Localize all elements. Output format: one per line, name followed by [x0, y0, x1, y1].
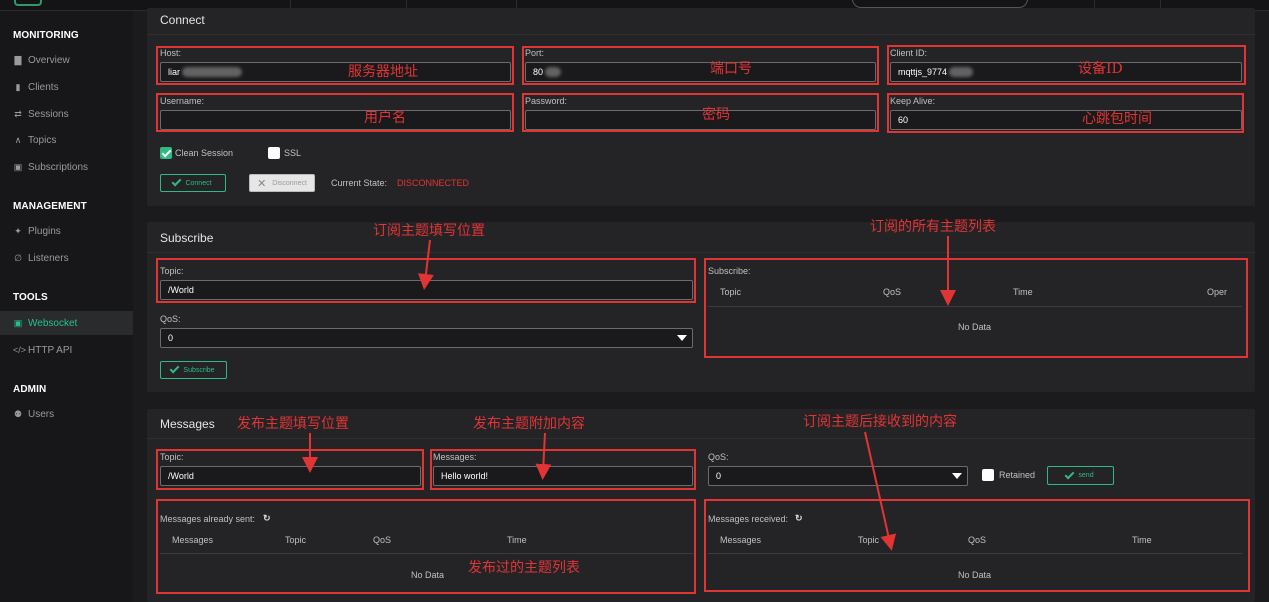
- annotation-sub-topic: 订阅主题填写位置: [373, 223, 485, 239]
- chevron-down-icon: [952, 473, 962, 479]
- connect-button[interactable]: Connect: [160, 174, 226, 192]
- sidebar-item-subscriptions[interactable]: ▣ Subscriptions: [0, 155, 133, 179]
- search-box[interactable]: [852, 0, 1028, 8]
- ssl-checkbox[interactable]: [268, 147, 280, 159]
- sidebar-section-tools: TOOLS: [13, 292, 48, 303]
- annotation-box: [156, 258, 696, 303]
- sidebar-item-topics[interactable]: ∧ Topics: [0, 128, 133, 152]
- sidebar-item-plugins[interactable]: ✦ Plugins: [0, 219, 133, 243]
- sidebar-item-websocket[interactable]: ▣ Websocket: [0, 311, 133, 335]
- sidebar-item-users[interactable]: ⚉ Users: [0, 402, 133, 426]
- code-icon: </>: [13, 345, 27, 355]
- ssl-label: SSL: [284, 148, 302, 158]
- annotation-received: 订阅主题后接收到的内容: [803, 414, 957, 430]
- state-value: DISCONNECTED: [397, 178, 470, 188]
- annotation-box: [156, 499, 696, 594]
- sidebar-item-listeners[interactable]: ∅ Listeners: [0, 246, 133, 270]
- sidebar-item-label: Clients: [28, 81, 59, 93]
- sidebar-item-label: Overview: [28, 54, 70, 66]
- websocket-icon: ▣: [13, 317, 23, 328]
- plug-icon: ✦: [14, 225, 22, 236]
- close-icon: ✕: [257, 177, 267, 190]
- sidebar-section-admin: ADMIN: [13, 384, 47, 395]
- user-icon: ⚉: [13, 408, 23, 419]
- annotation-sub-list: 订阅的所有主题列表: [870, 219, 996, 235]
- disconnect-button-label: Disconnect: [272, 179, 307, 187]
- state-label: Current State:: [331, 178, 388, 188]
- pub-qos-select[interactable]: 0: [708, 466, 968, 486]
- annotation-box: [522, 46, 879, 85]
- sidebar-section-management: MANAGEMENT: [13, 201, 87, 212]
- retained-label: Retained: [999, 470, 1036, 480]
- annotation-pub-message: 发布主题附加内容: [473, 416, 585, 432]
- sub-qos-value: 0: [168, 333, 174, 343]
- annotation-username: 用户名: [364, 110, 406, 126]
- subscribe-button-label: Subscribe: [183, 366, 215, 374]
- sub-qos-label: QoS:: [160, 314, 181, 324]
- sidebar-item-label: Sessions: [28, 108, 69, 120]
- annotation-box: [430, 449, 696, 490]
- check-icon: [172, 176, 182, 187]
- chevron-down-icon: [677, 335, 687, 341]
- annotation-sent-list: 发布过的主题列表: [468, 560, 580, 576]
- sidebar-item-label: HTTP API: [28, 344, 73, 356]
- annotation-box: [704, 499, 1250, 592]
- sidebar-section-monitoring: MONITORING: [13, 30, 79, 41]
- sidebar-item-label: Listeners: [28, 252, 69, 264]
- annotation-client-id: 设备ID: [1078, 61, 1123, 77]
- sidebar-item-label: Users: [28, 408, 55, 420]
- topics-icon: ∧: [14, 134, 22, 145]
- annotation-box: [704, 258, 1248, 358]
- disconnect-button[interactable]: ✕ Disconnect: [249, 174, 315, 192]
- sidebar-item-label: Plugins: [28, 225, 61, 237]
- annotation-port: 端口号: [710, 61, 752, 77]
- panel-title: Messages: [160, 417, 215, 431]
- sub-qos-select[interactable]: 0: [160, 328, 693, 348]
- logo-icon[interactable]: [14, 0, 42, 6]
- pub-qos-label: QoS:: [708, 452, 729, 462]
- panel-title: Subscribe: [160, 231, 214, 245]
- listener-icon: ∅: [14, 252, 22, 263]
- panel-divider: [147, 34, 1255, 35]
- annotation-box: [156, 93, 514, 132]
- chart-icon: ▇: [14, 54, 22, 65]
- sidebar-item-http-api[interactable]: </> HTTP API: [0, 338, 133, 362]
- connect-button-label: Connect: [185, 179, 212, 187]
- check-icon: [169, 363, 180, 374]
- sidebar-item-sessions[interactable]: ⇄ Sessions: [0, 102, 133, 126]
- sidebar-item-clients[interactable]: ▮ Clients: [0, 75, 133, 99]
- annotation-host: 服务器地址: [348, 64, 418, 80]
- panel-divider: [147, 438, 1255, 439]
- subscriptions-icon: ▣: [13, 161, 23, 172]
- sidebar-item-label: Topics: [28, 134, 57, 146]
- check-icon: [1064, 469, 1075, 479]
- annotation-keep-alive: 心跳包时间: [1082, 111, 1152, 127]
- retained-checkbox[interactable]: [982, 469, 994, 481]
- sidebar-item-overview[interactable]: ▇ Overview: [0, 48, 133, 72]
- panel-divider: [147, 252, 1255, 253]
- pub-qos-value: 0: [716, 471, 722, 481]
- clean-session-checkbox[interactable]: [160, 147, 172, 159]
- subscribe-button[interactable]: Subscribe: [160, 361, 227, 379]
- sidebar-item-label: Subscriptions: [28, 161, 89, 173]
- annotation-box: [522, 93, 879, 132]
- send-button[interactable]: send: [1047, 466, 1114, 485]
- annotation-password: 密码: [702, 107, 730, 123]
- annotation-box: [156, 449, 424, 490]
- send-button-label: send: [1078, 472, 1094, 479]
- annotation-box: [887, 45, 1246, 85]
- panel-title: Connect: [160, 13, 205, 27]
- clients-icon: ▮: [15, 81, 21, 92]
- annotation-box: [156, 46, 514, 85]
- clean-session-label: Clean Session: [175, 148, 234, 158]
- annotation-pub-topic: 发布主题填写位置: [237, 416, 349, 432]
- sidebar-item-label: Websocket: [28, 317, 78, 329]
- sidebar: MONITORING ▇ Overview ▮ Clients ⇄ Sessio…: [0, 11, 133, 602]
- annotation-box: [887, 93, 1244, 133]
- sessions-icon: ⇄: [14, 108, 22, 119]
